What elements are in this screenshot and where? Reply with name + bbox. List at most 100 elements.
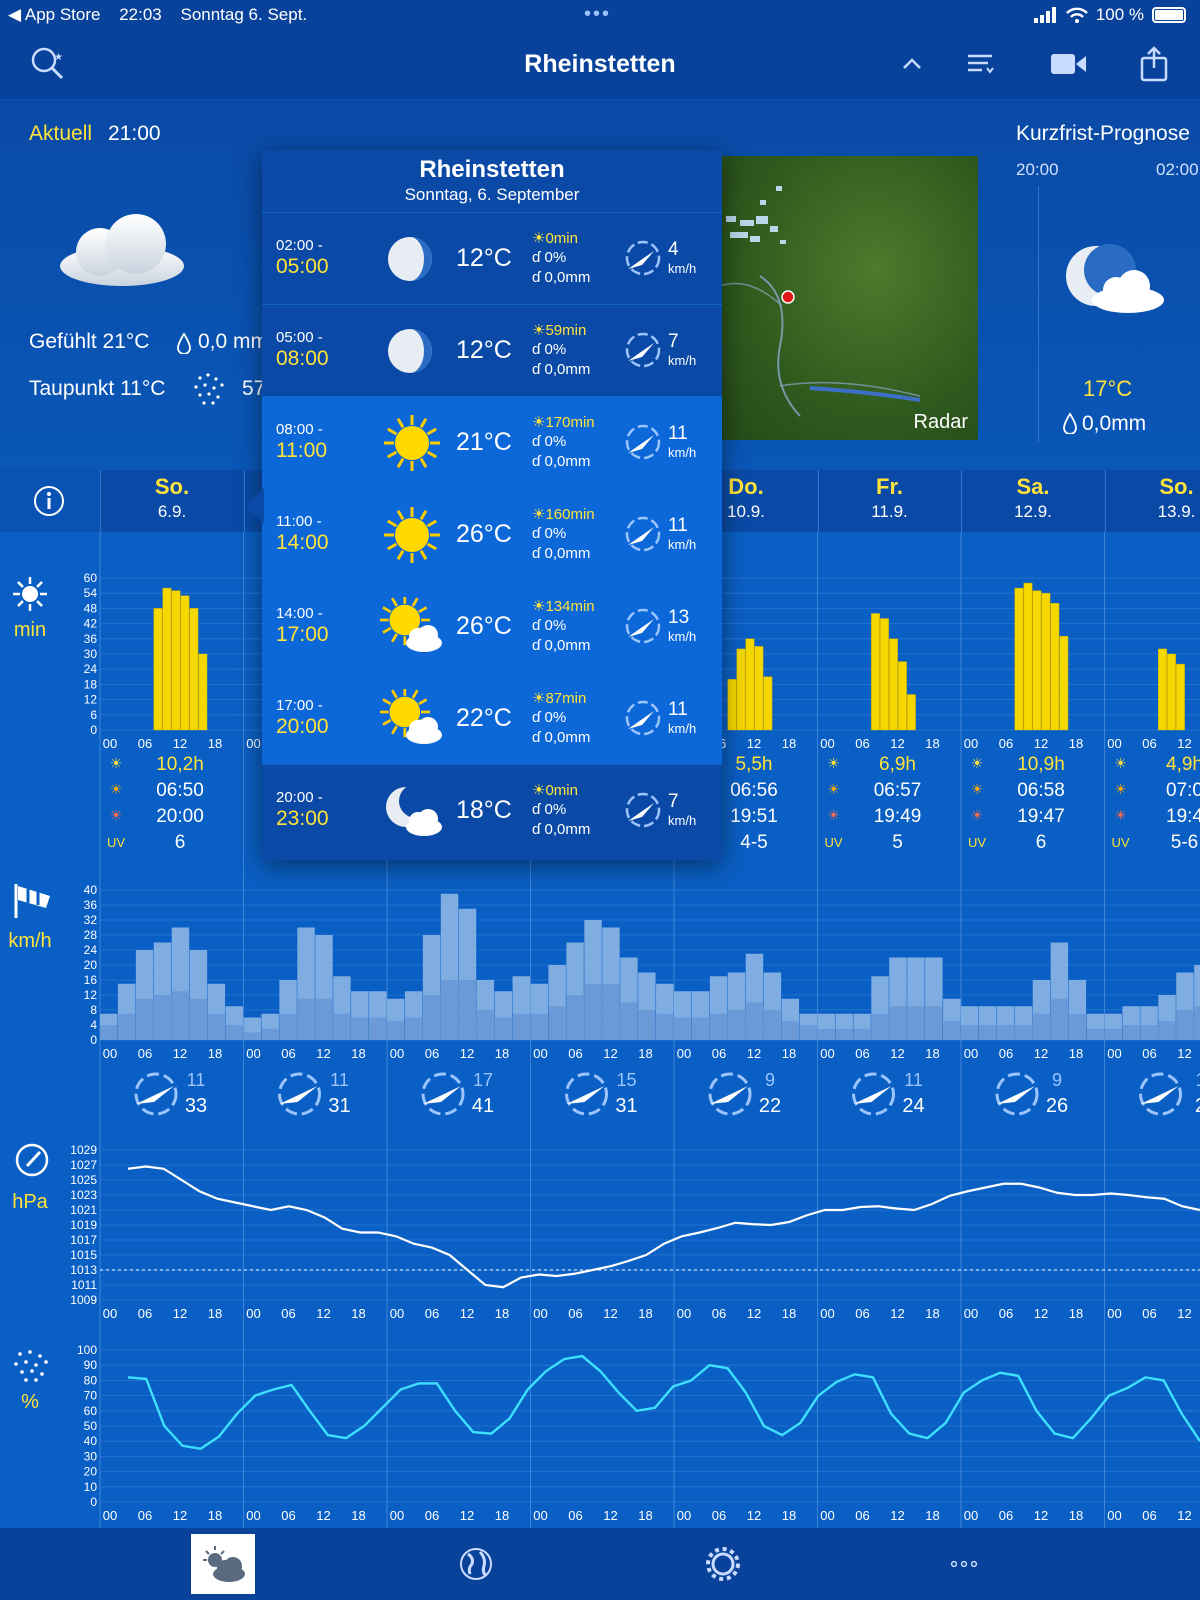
sunshine-bar xyxy=(1059,636,1069,731)
slot-sunshine: ☀59min xyxy=(532,321,586,339)
slot-to: 14:00 xyxy=(276,531,329,554)
tab-more[interactable] xyxy=(932,1534,996,1594)
tab-weather[interactable] xyxy=(191,1534,255,1594)
x-tick-label: 06 xyxy=(855,1508,869,1523)
day-sun-total: 10,2h xyxy=(156,754,204,775)
slot-wind-speed: 7 xyxy=(668,791,679,812)
slot-precip-amount: ɗ 0,0mm xyxy=(532,821,590,838)
wind-unit: km/h xyxy=(8,930,51,952)
slot-precip-prob-value: 0% xyxy=(544,341,567,358)
wind-avg-bar xyxy=(171,991,190,1040)
wind-direction-icon xyxy=(625,608,661,644)
forecast-slot[interactable]: 20:00 -23:00 18°C ☀0min ɗ 0% ɗ 0,0mm 7 km/h xyxy=(262,764,722,856)
share-icon[interactable] xyxy=(1134,44,1174,84)
y-tick-label: 90 xyxy=(84,1358,98,1372)
slot-from: 05:00 - xyxy=(276,329,323,346)
slot-precip-amount: ɗ 0,0mm xyxy=(532,361,590,378)
forecast-slot[interactable]: 02:00 -05:00 12°C ☀0min ɗ 0% ɗ 0,0mm 4 km/h xyxy=(262,212,722,304)
video-camera-icon[interactable] xyxy=(1048,44,1088,84)
day-date: 12.9. xyxy=(1014,502,1052,521)
multitasking-dots-icon[interactable]: ••• xyxy=(584,3,611,26)
x-tick-label: 18 xyxy=(925,1306,939,1321)
day-detail-popup[interactable]: Rheinstetten Sonntag, 6. September 02:00… xyxy=(262,150,722,860)
humidity-line xyxy=(127,1354,1200,1451)
back-to-app-store[interactable]: ◀ App Store xyxy=(8,5,100,24)
radar-map[interactable]: Radar xyxy=(720,156,978,440)
drop-small-icon: ɗ xyxy=(532,709,545,726)
day-date: 13.9. xyxy=(1157,502,1196,521)
sunshine-bar xyxy=(889,638,898,731)
x-tick-label: 12 xyxy=(747,1508,761,1523)
y-tick-label: 50 xyxy=(84,1419,98,1433)
day-header-7[interactable]: So. 13.9. xyxy=(1104,470,1200,532)
wind-avg-bar xyxy=(709,1013,728,1040)
day-header-6[interactable]: Sa. 12.9. xyxy=(961,470,1104,532)
wind-avg-bar xyxy=(404,1017,423,1040)
uv-index: 4-5 xyxy=(740,832,767,853)
forecast-slot[interactable]: 08:00 -11:00 21°C ☀170min ɗ 0% ɗ 0,0mm 11 km/h xyxy=(262,396,722,488)
forecast-slot[interactable]: 05:00 -08:00 12°C ☀59min ɗ 0% ɗ 0,0mm 7 km/h xyxy=(262,304,722,396)
sun-row-icon: ☀ xyxy=(110,807,123,823)
sun-row-icon: ☀ xyxy=(827,781,840,797)
day-header-0[interactable]: So. 6.9. xyxy=(100,470,243,532)
drop-small-icon: ɗ xyxy=(532,433,545,450)
wind-avg-bar xyxy=(297,998,315,1040)
x-tick-label: 18 xyxy=(782,736,796,751)
x-tick-label: 00 xyxy=(390,1306,404,1321)
x-tick-label: 18 xyxy=(1069,1306,1083,1321)
info-icon[interactable] xyxy=(32,484,66,518)
uv-index: 5 xyxy=(892,832,903,853)
y-tick-label: 36 xyxy=(84,898,98,912)
sunshine-bar xyxy=(1023,582,1033,731)
location-title[interactable]: Rheinstetten xyxy=(0,50,1200,79)
x-tick-label: 00 xyxy=(103,1508,117,1523)
slot-sunshine: ☀87min xyxy=(532,689,586,707)
slot-sunshine-value: 59min xyxy=(545,322,587,339)
slot-to: 20:00 xyxy=(276,715,329,738)
x-tick-label: 00 xyxy=(1107,1046,1121,1061)
chevron-up-icon[interactable] xyxy=(892,44,932,84)
forecast-slot[interactable]: 11:00 -14:00 26°C ☀160min ɗ 0% ɗ 0,0mm 11 km/h xyxy=(262,488,722,580)
tab-settings[interactable] xyxy=(691,1534,755,1594)
y-tick-label: 1015 xyxy=(70,1248,97,1262)
slot-precip-prob: ɗ 0% xyxy=(532,617,566,634)
slot-wind-speed: 13 xyxy=(668,607,690,628)
day-header-5[interactable]: Fr. 11.9. xyxy=(817,470,961,532)
y-tick-label: 36 xyxy=(84,632,98,646)
wind-direction-icon xyxy=(625,792,661,828)
y-tick-label: 1019 xyxy=(70,1218,97,1232)
slot-precip-amount-value: 0,0mm xyxy=(544,453,591,470)
sun-row-icon: ☀ xyxy=(827,807,840,823)
x-tick-label: 06 xyxy=(855,1306,869,1321)
sun-icon xyxy=(384,415,440,471)
day-sunrise: 06:56 xyxy=(730,780,778,801)
shortterm-time-2: 02:00 xyxy=(1156,160,1199,179)
tab-map[interactable] xyxy=(444,1534,508,1594)
day-wind-avg: 1 xyxy=(1195,1070,1200,1090)
day-sun-total: 4,9h xyxy=(1166,754,1200,775)
popup-pointer xyxy=(246,488,264,524)
shortterm-title[interactable]: Kurzfrist-Prognose xyxy=(1016,122,1190,146)
y-tick-label: 8 xyxy=(90,1003,97,1017)
wind-avg-bar xyxy=(943,1021,961,1040)
wind-avg-bar xyxy=(1050,998,1069,1040)
y-tick-label: 20 xyxy=(84,958,98,972)
wind-avg-bar xyxy=(996,1025,1015,1040)
uv-index: 6 xyxy=(175,832,186,853)
x-tick-label: 00 xyxy=(677,1306,691,1321)
x-tick-label: 06 xyxy=(999,1046,1013,1061)
day-sunset: 19:49 xyxy=(874,806,922,827)
forecast-slot[interactable]: 14:00 -17:00 26°C ☀134min ɗ 0% ɗ 0,0mm 13 km/h xyxy=(262,580,722,672)
y-tick-label: 12 xyxy=(84,988,98,1002)
drop-small-icon: ɗ xyxy=(532,729,545,746)
sort-icon[interactable] xyxy=(960,44,1000,84)
day-sunrise: 07:0 xyxy=(1166,780,1200,801)
x-tick-label: 00 xyxy=(677,1508,691,1523)
wind-avg-bar xyxy=(584,983,602,1040)
slot-precip-amount: ɗ 0,0mm xyxy=(532,453,590,470)
x-tick-label: 18 xyxy=(495,1306,509,1321)
forecast-slot[interactable]: 17:00 -20:00 22°C ☀87min ɗ 0% ɗ 0,0mm 11 km/h xyxy=(262,672,722,764)
x-tick-label: 12 xyxy=(603,1306,617,1321)
x-tick-label: 06 xyxy=(568,1508,582,1523)
x-tick-label: 12 xyxy=(890,1046,904,1061)
